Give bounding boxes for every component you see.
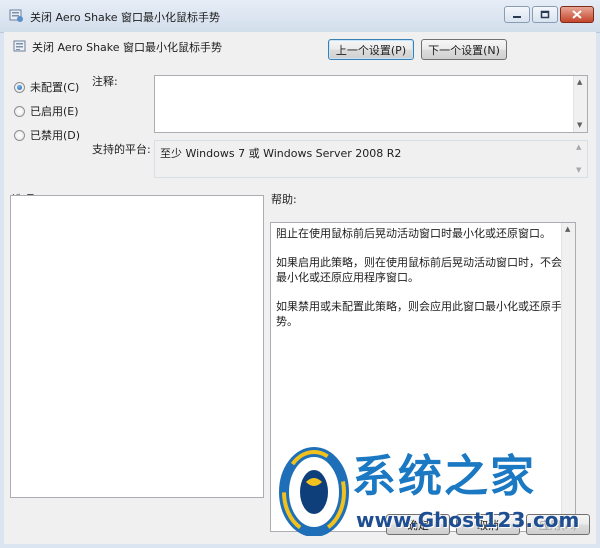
radio-indicator[interactable] [14,105,25,117]
platform-value: 至少 Windows 7 或 Windows Server 2008 R2 [160,147,402,160]
platform-label: 支持的平台: [92,143,151,156]
scroll-down-icon[interactable]: ▼ [576,167,581,174]
help-paragraph: 阻止在使用鼠标前后晃动活动窗口时最小化或还原窗口。 [276,227,551,240]
comment-label: 注释: [92,75,118,88]
help-paragraph: 如果启用此策略，则在使用鼠标前后晃动活动窗口时，不会最小化或还原应用程序窗口。 [276,256,562,284]
policy-icon [9,9,23,22]
radio-label: 未配置(C) [30,81,80,94]
radio-enabled[interactable]: 已启用(E) [14,103,79,119]
radio-label: 已启用(E) [30,105,79,118]
previous-setting-button[interactable]: 上一个设置(P) [328,39,414,60]
close-icon [572,10,582,19]
scroll-up-icon[interactable]: ▲ [577,79,582,86]
options-panel [10,195,264,498]
policy-name: 关闭 Aero Shake 窗口最小化鼠标手势 [32,41,223,54]
minimize-button[interactable] [504,6,530,23]
scroll-down-icon[interactable]: ▼ [577,122,582,129]
comment-scrollbar[interactable]: ▲ ▼ [573,76,587,132]
radio-indicator[interactable] [14,81,25,93]
close-button[interactable] [560,6,594,23]
watermark: 系统之家 www.Ghost123.com [270,436,596,546]
radio-indicator[interactable] [14,129,25,141]
platform-field: 至少 Windows 7 或 Windows Server 2008 R2 ▲ … [154,140,588,178]
window-title: 关闭 Aero Shake 窗口最小化鼠标手势 [30,11,221,24]
watermark-url: www.Ghost123.com [356,508,580,532]
maximize-button[interactable] [532,6,558,23]
scroll-up-icon[interactable]: ▲ [576,144,581,151]
radio-disabled[interactable]: 已禁用(D) [14,127,80,143]
radio-label: 已禁用(D) [30,129,81,142]
next-setting-button[interactable]: 下一个设置(N) [421,39,507,60]
maximize-icon [540,10,550,19]
help-text: 阻止在使用鼠标前后晃动活动窗口时最小化或还原窗口。 如果启用此策略，则在使用鼠标… [276,226,564,343]
platform-scrollbar[interactable]: ▲ ▼ [573,141,587,177]
watermark-chinese: 系统之家 [352,451,536,502]
comment-textarea[interactable]: ▲ ▼ [154,75,588,133]
radio-not-configured[interactable]: 未配置(C) [14,79,79,95]
help-paragraph: 如果禁用或未配置此策略，则会应用此窗口最小化或还原手势。 [276,300,562,328]
help-label: 帮助: [271,193,297,206]
watermark-logo-icon [279,447,349,536]
scroll-up-icon[interactable]: ▲ [565,226,570,233]
title-bar[interactable]: 关闭 Aero Shake 窗口最小化鼠标手势 [0,0,600,33]
minimize-icon [513,15,521,18]
policy-setting-icon [13,40,26,52]
